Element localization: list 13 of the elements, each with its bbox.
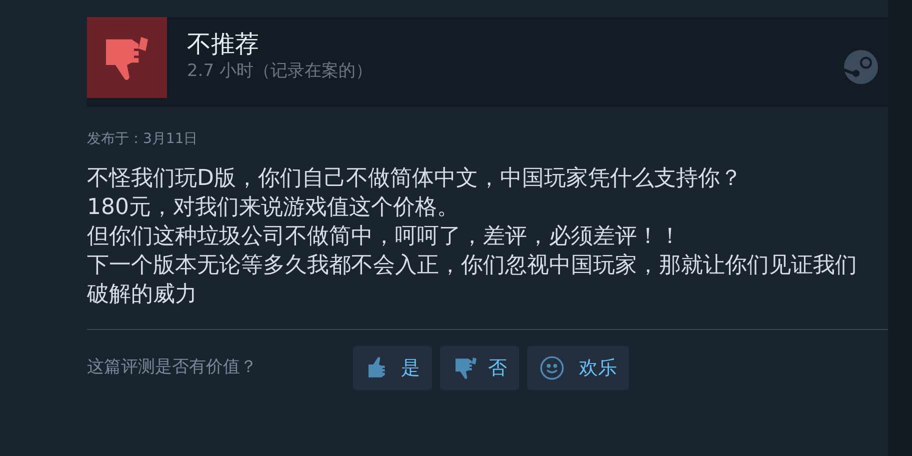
vote-button[interactable]: 欢乐 — [527, 346, 629, 390]
review-text: 下一个版本无论等多久我都不会入正，你们忽视中国玩家，那就让你们见证我们破解的威力 — [87, 252, 858, 309]
verdict-title: 不推荐 — [187, 29, 260, 59]
steam-logo-icon — [844, 50, 878, 84]
review-text: 但你们这种垃圾公司不做简中，呵呵了，差评，必须差评！！ — [87, 223, 682, 251]
smiley-icon — [539, 355, 565, 381]
post-date: 发布于：3月11日 — [87, 130, 199, 149]
review-text: 不怪我们玩D版，你们自己不做简体中文，中国玩家凭什么支持你？ — [87, 165, 743, 193]
playtime-text: 2.7 小时（记录在案的） — [187, 60, 372, 83]
vote-button[interactable]: 是 — [353, 346, 432, 390]
helpful-question: 这篇评测是否有价值？ — [87, 356, 258, 380]
review-text: 180元，对我们来说游戏值这个价格。 — [87, 194, 460, 222]
vote-button[interactable]: 否 — [440, 346, 519, 390]
